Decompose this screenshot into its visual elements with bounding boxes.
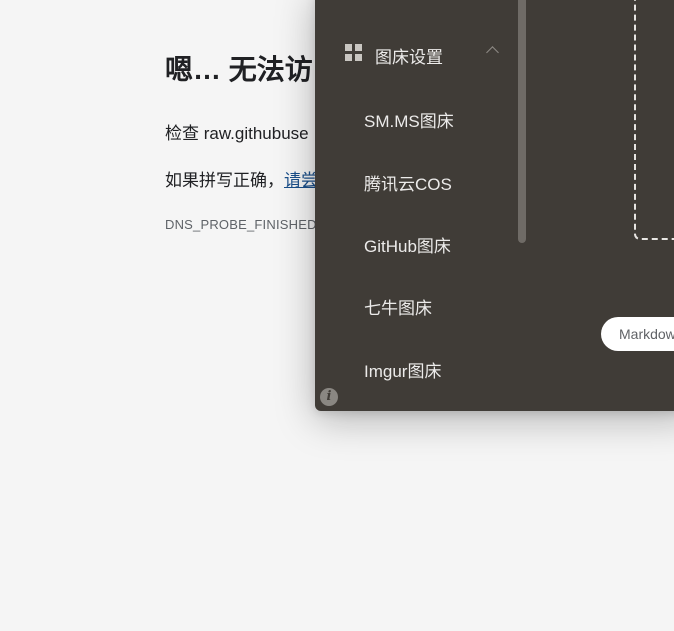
menu-picbed-settings-label: 图床设置: [375, 48, 443, 67]
error-code: DNS_PROBE_FINISHED: [165, 217, 317, 232]
menu-picbed-settings[interactable]: 图床设置: [315, 40, 515, 67]
submenu-item-smms[interactable]: SM.MS图床: [364, 107, 454, 132]
upload-dropzone[interactable]: [634, 0, 674, 240]
submenu-item-imgur[interactable]: Imgur图床: [364, 357, 441, 382]
error-hint-link[interactable]: 请尝: [284, 171, 318, 190]
submenu-item-github[interactable]: GitHub图床: [364, 232, 451, 257]
error-hint-prefix: 如果拼写正确，: [165, 171, 284, 190]
error-hint-spelling: 如果拼写正确，请尝: [165, 166, 318, 191]
submenu-item-qiniu[interactable]: 七牛图床: [364, 294, 432, 319]
submenu-item-tcyun-cos[interactable]: 腾讯云COS: [364, 170, 452, 195]
link-format-selector[interactable]: Markdow: [601, 317, 674, 351]
grid-icon: [345, 44, 363, 62]
sidebar: 图床设置 SM.MS图床 腾讯云COS GitHub图床 七牛图床 Imgur图…: [315, 0, 530, 411]
page: 嗯… 无法访 检查 raw.githubuse 如果拼写正确，请尝 DNS_PR…: [0, 0, 674, 631]
error-title: 嗯… 无法访: [165, 54, 313, 85]
app-window: 图床设置 SM.MS图床 腾讯云COS GitHub图床 七牛图床 Imgur图…: [315, 0, 674, 411]
info-icon[interactable]: i: [320, 388, 338, 406]
sidebar-scrollbar[interactable]: [518, 0, 526, 243]
chevron-up-icon[interactable]: [486, 46, 499, 59]
error-hint-check: 检查 raw.githubuse: [165, 124, 309, 143]
